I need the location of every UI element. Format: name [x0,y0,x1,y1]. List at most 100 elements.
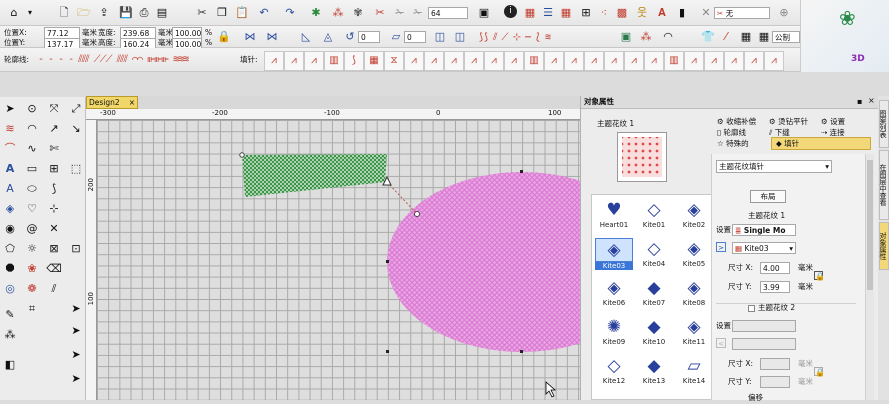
info-icon[interactable]: i [504,5,517,18]
settings-icon[interactable]: ⊕ [776,5,792,21]
new-icon[interactable]: 🗋 [56,5,72,21]
pick-tool-icon[interactable]: ⊡ [68,241,84,257]
slant-angle-field[interactable]: 0 [404,31,426,43]
sew-icon[interactable]: ✂ [372,5,388,21]
sticker-tool-icon[interactable]: ◧ [2,357,18,373]
trim-icon[interactable]: ✁ [392,5,408,21]
pattern-item[interactable]: ◈ Kite02 [675,199,713,229]
cut-icon[interactable]: ✂ [194,5,210,21]
grid-view-2-icon[interactable]: ▦ [756,29,772,45]
tab-shrink-comp[interactable]: ⚙ 收缩补偿 [717,116,756,127]
rotate-ccw-icon[interactable]: ↺ [342,29,358,45]
rotate-icon[interactable]: ◬ [320,29,336,45]
tab-rhinestone[interactable]: ⚙ 烫钻平针 [769,116,808,127]
monogram-tool-icon[interactable]: ◎ [2,281,18,297]
panel-close-icon[interactable]: × [868,96,875,105]
pattern-item[interactable]: ◈ Kite05 [675,238,713,268]
pink-ellipse-object[interactable] [387,172,580,352]
move-tool-icon[interactable]: ➤ [68,301,84,317]
slant-icon[interactable]: ▱ [388,29,404,45]
skew-icon[interactable]: ◺ [298,29,314,45]
lock-ratio-icon[interactable]: 🔒 [216,29,232,45]
fill-stitch-21[interactable]: ▥ [664,51,684,71]
pattern-item[interactable]: ♥ Heart01 [595,199,633,229]
fill-stitch-strip[interactable]: ⩘ ⩘ ⩘ ▥ ⟆ ▦ ⧖ ⩘ ⩘ ⩘ ⩘ ⩘ ⩘ ▥ ⩘ ⩘ ⩘ ⩘ ⩘ ⩘ … [264,51,794,71]
fill-stitch-5[interactable]: ⟆ [344,51,364,71]
open-icon[interactable]: 🗁 [76,5,92,21]
zoom-tool-icon[interactable]: ⤢ [68,101,84,117]
text-tool-icon[interactable]: A [2,161,18,177]
fill-stitch-10[interactable]: ⩘ [444,51,464,71]
design-canvas[interactable] [97,120,580,400]
size-x2-field[interactable] [760,358,790,370]
toggle-icon[interactable]: ▮ [674,5,690,21]
circle-tool-icon[interactable]: ◉ [2,221,18,237]
mirror-v-icon[interactable]: ⋈ [264,29,280,45]
needle-icon[interactable]: ✱ [308,5,324,21]
side-tab-properties[interactable]: 对象属性 [879,222,889,270]
fill-stitch-23[interactable]: ⩘ [704,51,724,71]
pen-tool-icon[interactable]: ✎ [2,307,18,323]
size-y-field[interactable]: 3.99 [760,281,790,293]
pattern-item[interactable]: ◈ Kite06 [595,277,633,307]
fill-stitch-18[interactable]: ⩘ [604,51,624,71]
people-icon[interactable]: 웃 [634,5,650,21]
pattern-item[interactable]: ◆ Kite07 [635,277,673,307]
grid-icon[interactable]: ▦ [522,5,538,21]
fill-stitch-17[interactable]: ⩘ [584,51,604,71]
fill-stitch-7[interactable]: ⧖ [384,51,404,71]
flower-tool-icon[interactable]: ❀ [24,261,40,277]
transform-tool-icon[interactable]: ⤧ [46,101,62,117]
outline-stitch-strip[interactable]: - - - - ⫽⫽⫽ ⟋⟋⟋ ⫽⫽⫽ ⌒⌒ ⊪⊪⊪ ≋≋≋ [38,53,234,67]
pattern-item[interactable]: ✺ Kite09 [595,316,633,346]
mirror-h-icon[interactable]: ⋈ [242,29,258,45]
break-tool-icon[interactable]: ⊹ [46,201,62,217]
applique-icon[interactable]: ⁂ [638,29,654,45]
arrow-tool-icon[interactable]: ➤ [68,323,84,339]
pattern-item[interactable]: ◇ Kite04 [635,238,673,268]
pattern-tool-icon[interactable]: ⊠ [46,241,62,257]
fill-stitch-4[interactable]: ▥ [324,51,344,71]
expand-arrow-2-icon[interactable]: < [716,338,726,348]
color-icon[interactable]: ⁂ [330,5,346,21]
size-x-field[interactable]: 4.00 [760,262,790,274]
tab-settings[interactable]: ⚙ 设置 [821,116,845,127]
fill-stitch-24[interactable]: ⩘ [724,51,744,71]
resize-handle[interactable] [386,350,389,353]
save-icon[interactable]: 💾 [118,5,134,21]
shape-tool-icon[interactable]: ⬠ [2,241,18,257]
document-tab[interactable]: Design2 × [86,96,138,109]
panel-scroll-thumb[interactable] [867,160,873,290]
outline-2-tool-icon[interactable]: ↗ [46,121,62,137]
pattern-item[interactable]: ◈ Kite11 [675,316,713,346]
fill-tool-icon[interactable]: ◈ [2,201,18,217]
pattern-item[interactable]: ◆ Kite13 [635,355,673,385]
fill-stitch-22[interactable]: ⩘ [684,51,704,71]
pattern-item[interactable]: ◇ Kite01 [635,199,673,229]
rotate-angle-field[interactable]: 0 [358,31,380,43]
align-icon[interactable]: ◫ [432,29,448,45]
motif-2-setting-select[interactable] [732,320,796,332]
motif-2-pattern-select[interactable] [732,338,796,350]
spiral-tool-icon[interactable]: @ [24,221,40,237]
lock-aspect-icon[interactable]: 🔒 [814,271,825,281]
needle-point-icon[interactable]: ⁄ [718,29,734,45]
wreath-tool-icon[interactable]: ❁ [24,281,40,297]
stitch-list-icon[interactable]: ☰ [540,5,556,21]
shirt-icon[interactable]: 👕 [700,29,716,45]
eraser-tool-icon[interactable]: ⌫ [46,261,62,277]
text-path-tool-icon[interactable]: A [2,181,18,197]
resize-handle[interactable] [386,260,389,263]
fill-stitch-9[interactable]: ⩘ [424,51,444,71]
split-tool-icon[interactable]: ⟆ [46,181,62,197]
outline-tool-icon[interactable]: ≋ [2,121,18,137]
stitch-view-icon[interactable]: ✁ [410,5,426,21]
fill-stitch-26[interactable]: ⩘ [764,51,784,71]
bezier-tool-icon[interactable]: ∿ [24,141,40,157]
pattern-item[interactable]: ▱ Kite14 [675,355,713,385]
fill-stitch-20[interactable]: ⩘ [644,51,664,71]
fill-stitch-11[interactable]: ⩘ [464,51,484,71]
thread-icon[interactable]: ✾ [350,5,366,21]
fill-stitch-15[interactable]: ⩘ [544,51,564,71]
tab-fill-active[interactable]: ◆ 填针 [771,137,871,150]
